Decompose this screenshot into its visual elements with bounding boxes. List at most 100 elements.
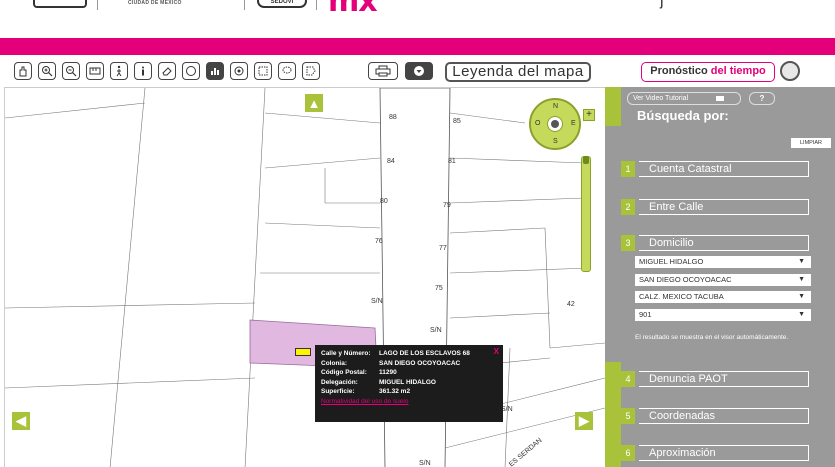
mx-logo-prefix: m (328, 0, 359, 19)
section-coordenadas[interactable]: 5 Coordenadas (621, 408, 809, 424)
ruler-icon[interactable] (86, 62, 104, 80)
delegation-select-value: MIGUEL HIDALGO (639, 257, 704, 266)
mx-logo-suffix: x (358, 0, 377, 19)
popup-row: Calle y Número: LAGO DE LOS ESCLAVOS 68 (321, 349, 497, 359)
lot-number: 79 (443, 202, 451, 209)
popup-key: Superficie: (321, 388, 355, 395)
forecast-label: Pronóstico (650, 65, 708, 77)
header: CIUDAD DE MÉXICO SEDOVI mx ȷ (0, 0, 835, 38)
section-number: 5 (621, 408, 635, 424)
help-button[interactable]: ? (749, 92, 775, 105)
popup-row: Superficie: 361.32 m2 (321, 387, 497, 397)
zoom-in-icon[interactable] (38, 62, 56, 80)
header-separator (316, 0, 317, 10)
clear-button[interactable]: LIMPIAR (791, 138, 831, 148)
popup-row: Colonia: SAN DIEGO OCOYOACAC (321, 359, 497, 369)
download-icon[interactable] (405, 62, 433, 80)
delegation-select[interactable]: MIGUEL HIDALGO ▼ (635, 256, 811, 268)
parcel-info-popup: X Calle y Número: LAGO DE LOS ESCLAVOS 68… (315, 345, 503, 422)
compass-east-label[interactable]: E (571, 120, 576, 127)
compass-south-label[interactable]: S (553, 138, 558, 145)
lot-number: S/N (371, 298, 383, 305)
popup-key: Delegación: (321, 378, 358, 386)
compass-control[interactable]: N S E O (529, 98, 581, 150)
popup-value: 361.32 m2 (379, 388, 411, 395)
eraser-icon[interactable] (158, 62, 176, 80)
street-select-value: CALZ. MEXICO TACUBA (639, 292, 724, 301)
number-select-value: 901 (639, 310, 652, 319)
search-panel: Ver Video Tutorial ? Búsqueda por: LIMPI… (605, 87, 835, 467)
section-number: 6 (621, 445, 635, 461)
sedovi-logo: SEDOVI (257, 0, 307, 8)
lot-number: 88 (389, 114, 397, 121)
chevron-down-icon: ▼ (798, 293, 805, 300)
pan-north-arrow-icon[interactable]: ▲ (305, 94, 323, 112)
section-label: Coordenadas (639, 408, 809, 424)
section-label: Domicilio (639, 235, 809, 251)
lot-number: 42 (567, 301, 575, 308)
clock-icon[interactable] (780, 61, 800, 81)
popup-key: Calle y Número: (321, 350, 371, 357)
compass-center-icon[interactable] (551, 120, 559, 128)
lot-number: 81 (448, 158, 456, 165)
buffer-icon[interactable] (230, 62, 248, 80)
chart-icon[interactable] (206, 62, 224, 80)
section-aproximacion[interactable]: 6 Aproximación (621, 445, 809, 461)
print-icon[interactable] (368, 62, 398, 80)
panel-accent (605, 87, 621, 126)
zoom-slider-handle[interactable] (583, 156, 589, 164)
zoom-plus-icon[interactable]: + (583, 109, 595, 121)
zoom-slider[interactable] (581, 156, 591, 272)
lot-number: 80 (380, 198, 388, 205)
street-select[interactable]: CALZ. MEXICO TACUBA ▼ (635, 291, 811, 303)
pedestrian-icon[interactable] (110, 62, 128, 80)
popup-key: Código Postal: (321, 369, 367, 376)
land-use-link[interactable]: Normatividad del uso de suelo (321, 398, 497, 405)
cdmx-logo (33, 0, 87, 8)
info-icon[interactable] (134, 62, 152, 80)
colonia-select[interactable]: SAN DIEGO OCOYOACAC ▼ (635, 274, 811, 286)
select-poly-icon[interactable] (302, 62, 320, 80)
compass-north-label[interactable]: N (553, 103, 558, 110)
lot-number: 77 (439, 245, 447, 252)
chevron-down-icon: ▼ (798, 258, 805, 265)
parcel-marker (295, 348, 311, 356)
forecast-label-accent: del tiempo (710, 65, 766, 77)
close-icon[interactable]: X (494, 347, 499, 356)
compass-west-label[interactable]: O (535, 120, 540, 127)
select-rect-icon[interactable] (254, 62, 272, 80)
popup-row: Delegación: MIGUEL HIDALGO (321, 378, 497, 388)
section-label: Aproximación (639, 445, 809, 461)
chevron-down-icon: ▼ (798, 276, 805, 283)
section-domicilio[interactable]: 3 Domicilio (621, 235, 809, 251)
map-legend-button[interactable]: Leyenda del mapa (445, 62, 591, 82)
app-window: CIUDAD DE MÉXICO SEDOVI mx ȷ Leyenda del… (0, 0, 835, 467)
section-number: 4 (621, 371, 635, 387)
pan-west-arrow-icon[interactable]: ◀ (12, 412, 30, 430)
number-select[interactable]: 901 ▼ (635, 309, 811, 321)
video-tutorial-button[interactable]: Ver Video Tutorial (627, 92, 741, 105)
section-entre-calle[interactable]: 2 Entre Calle (621, 199, 809, 215)
video-tutorial-label: Ver Video Tutorial (633, 95, 689, 102)
lot-number: 85 (453, 118, 461, 125)
map-viewer[interactable]: 88 85 84 81 80 79 76 77 S/N 75 S/N 42 S/… (4, 87, 605, 467)
street-lines (5, 88, 605, 467)
zoom-out-icon[interactable] (62, 62, 80, 80)
header-separator (244, 0, 245, 10)
pan-icon[interactable] (14, 62, 32, 80)
popup-value: MIGUEL HIDALGO (379, 378, 436, 386)
lot-number: 76 (375, 238, 383, 245)
map-toolbar: Leyenda del mapa Pronóstico del tiempo (0, 55, 835, 87)
section-label: Cuenta Catastral (639, 161, 809, 177)
select-lasso-icon[interactable] (278, 62, 296, 80)
lot-number: 84 (387, 158, 395, 165)
weather-forecast-button[interactable]: Pronóstico del tiempo (641, 62, 775, 82)
section-denuncia-paot[interactable]: 4 Denuncia PAOT (621, 371, 809, 387)
section-label: Entre Calle (639, 199, 809, 215)
mx-logo: mx (328, 0, 378, 19)
pan-east-arrow-icon[interactable]: ▶ (575, 412, 593, 430)
header-separator (97, 0, 98, 10)
popup-row: Código Postal: 11290 (321, 368, 497, 378)
polygon-icon[interactable] (182, 62, 200, 80)
section-cuenta-catastral[interactable]: 1 Cuenta Catastral (621, 161, 809, 177)
